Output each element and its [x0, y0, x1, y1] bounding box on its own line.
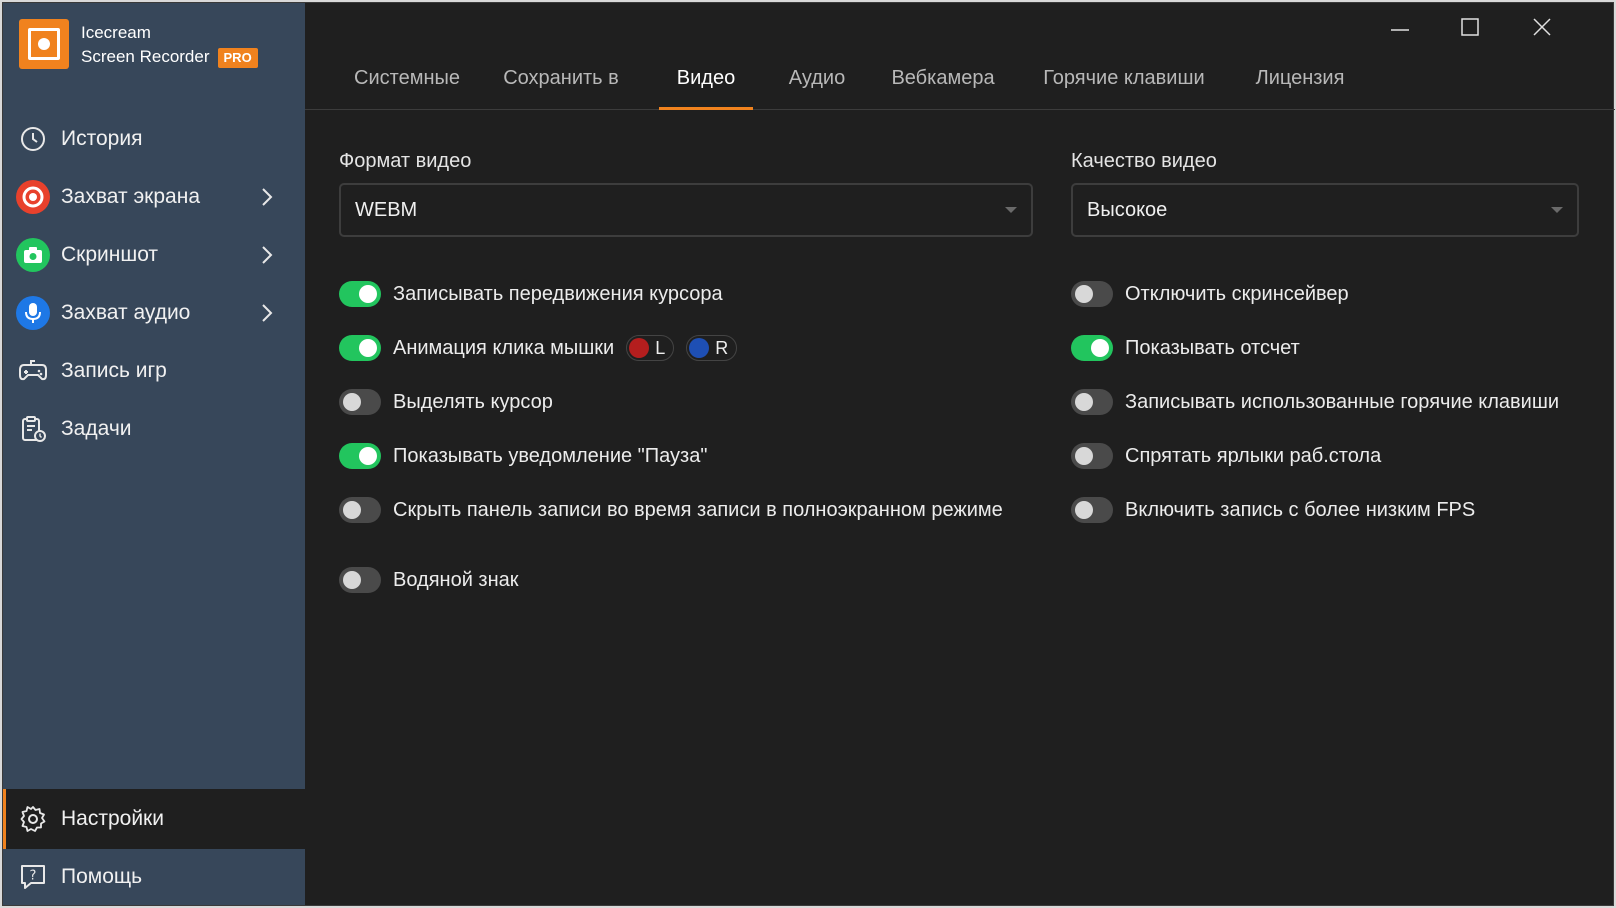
tab-system[interactable]: Системные — [347, 67, 467, 110]
option-highlight-cursor: Выделять курсор — [339, 387, 553, 417]
video-quality-label: Качество видео — [1071, 150, 1217, 172]
maximize-icon — [1461, 18, 1479, 36]
chevron-right-icon — [261, 243, 273, 267]
click-animation-toggle[interactable] — [339, 335, 381, 361]
sidebar-item-settings[interactable]: Настройки — [3, 789, 305, 849]
video-format-label: Формат видео — [339, 150, 472, 172]
hide-desktop-icons-toggle[interactable] — [1071, 443, 1113, 469]
highlight-cursor-toggle[interactable] — [339, 389, 381, 415]
video-format-select[interactable]: WEBM — [339, 183, 1033, 237]
option-hide-panel-fullscreen: Скрыть панель записи во время записи в п… — [339, 495, 1003, 525]
tab-webcam[interactable]: Вебкамера — [883, 67, 1003, 110]
left-click-color-button[interactable]: L — [626, 335, 675, 361]
option-show-countdown: Показывать отсчет — [1071, 333, 1300, 363]
option-label: Скрыть панель записи во время записи в п… — [393, 498, 1003, 521]
disable-screensaver-toggle[interactable] — [1071, 281, 1113, 307]
tasks-icon — [15, 411, 51, 447]
gear-icon — [15, 801, 51, 837]
maximize-button[interactable] — [1435, 3, 1505, 51]
sidebar-item-label: Захват экрана — [61, 185, 200, 208]
option-label: Отключить скринсейвер — [1125, 282, 1349, 305]
watermark-toggle[interactable] — [339, 567, 381, 593]
settings-tabs: Системные Сохранить в Видео Аудио Вебкам… — [305, 55, 1615, 110]
record-icon — [15, 179, 51, 215]
sidebar-item-label: Запись игр — [61, 359, 167, 382]
dropdown-arrow-icon — [1005, 207, 1017, 213]
svg-text:?: ? — [30, 869, 37, 884]
minimize-button[interactable] — [1365, 3, 1435, 51]
camera-icon — [15, 237, 51, 273]
pro-badge: PRO — [217, 48, 258, 68]
option-label: Записывать использованные горячие клавиш… — [1125, 390, 1560, 413]
option-click-animation: Анимация клика мышки L R — [339, 333, 738, 363]
chevron-right-icon — [261, 185, 273, 209]
option-label: Включить запись с более низким FPS — [1125, 498, 1476, 521]
microphone-icon — [15, 295, 51, 331]
chevron-right-icon — [261, 301, 273, 325]
video-quality-select[interactable]: Высокое — [1071, 183, 1579, 237]
left-click-color-swatch — [629, 338, 650, 358]
sidebar-item-label: Настройки — [61, 807, 164, 830]
option-record-cursor: Записывать передвижения курсора — [339, 279, 723, 309]
sidebar-item-label: Задачи — [61, 417, 132, 440]
close-icon — [1533, 18, 1551, 36]
clock-icon — [15, 121, 51, 157]
tab-save-to[interactable]: Сохранить в — [495, 67, 627, 110]
sidebar-item-label: История — [61, 127, 143, 150]
sidebar-item-label: Помощь — [61, 865, 143, 888]
sidebar: Icecream Screen Recorder PRO История Захв… — [3, 3, 305, 905]
left-click-label: L — [655, 337, 666, 358]
record-cursor-toggle[interactable] — [339, 281, 381, 307]
option-disable-screensaver: Отключить скринсейвер — [1071, 279, 1349, 309]
sidebar-item-game-recording[interactable]: Запись игр — [3, 341, 305, 401]
help-icon: ? — [15, 859, 51, 895]
sidebar-item-label: Скриншот — [61, 243, 159, 266]
app-logo — [19, 19, 69, 69]
option-low-fps: Включить запись с более низким FPS — [1071, 495, 1475, 525]
option-label: Записывать передвижения курсора — [393, 282, 723, 305]
minimize-icon — [1391, 29, 1409, 31]
sidebar-item-screenshot[interactable]: Скриншот — [3, 225, 305, 285]
app-name-line2: Screen Recorder — [81, 47, 210, 66]
option-watermark: Водяной знак — [339, 565, 519, 595]
record-hotkeys-toggle[interactable] — [1071, 389, 1113, 415]
dropdown-arrow-icon — [1551, 207, 1563, 213]
right-click-color-button[interactable]: R — [686, 335, 738, 361]
sidebar-item-screen-capture[interactable]: Захват экрана — [3, 167, 305, 227]
video-quality-value: Высокое — [1087, 198, 1168, 221]
option-record-hotkeys: Записывать использованные горячие клавиш… — [1071, 387, 1559, 417]
app-brand: Icecream Screen Recorder PRO — [81, 21, 258, 69]
show-countdown-toggle[interactable] — [1071, 335, 1113, 361]
right-click-color-swatch — [689, 338, 710, 358]
option-label: Спрятать ярлыки раб.стола — [1125, 444, 1382, 467]
app-window: Icecream Screen Recorder PRO История Захв… — [2, 2, 1615, 906]
option-pause-notification: Показывать уведомление "Пауза" — [339, 441, 707, 471]
gamepad-icon — [15, 353, 51, 389]
hide-panel-fullscreen-toggle[interactable] — [339, 497, 381, 523]
right-click-label: R — [715, 337, 729, 358]
option-label: Водяной знак — [393, 568, 519, 591]
tab-audio[interactable]: Аудио — [776, 67, 858, 110]
app-name-line1: Icecream — [81, 23, 151, 42]
tab-license[interactable]: Лицензия — [1245, 67, 1355, 110]
sidebar-item-history[interactable]: История — [3, 109, 305, 169]
sidebar-item-audio-capture[interactable]: Захват аудио — [3, 283, 305, 343]
close-button[interactable] — [1507, 3, 1577, 51]
option-label: Анимация клика мышки — [393, 336, 615, 359]
sidebar-item-help[interactable]: ? Помощь — [3, 847, 305, 907]
video-format-value: WEBM — [355, 198, 418, 221]
sidebar-item-label: Захват аудио — [61, 301, 191, 324]
low-fps-toggle[interactable] — [1071, 497, 1113, 523]
option-label: Показывать уведомление "Пауза" — [393, 444, 708, 467]
tab-hotkeys[interactable]: Горячие клавиши — [1031, 67, 1217, 110]
option-label: Показывать отсчет — [1125, 336, 1300, 359]
tab-video[interactable]: Видео — [659, 67, 753, 110]
pause-notification-toggle[interactable] — [339, 443, 381, 469]
option-label: Выделять курсор — [393, 390, 553, 413]
option-hide-desktop-icons: Спрятать ярлыки раб.стола — [1071, 441, 1381, 471]
sidebar-item-tasks[interactable]: Задачи — [3, 399, 305, 459]
